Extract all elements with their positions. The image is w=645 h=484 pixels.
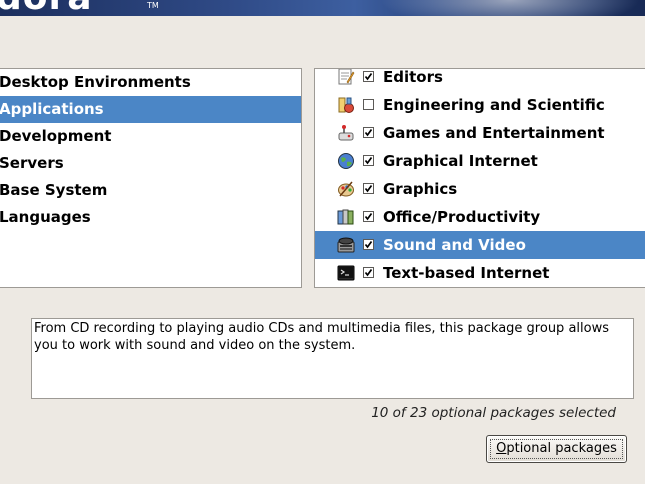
group-label: Graphical Internet [383,152,538,170]
category-applications[interactable]: Applications [0,96,301,123]
palette-icon [337,180,355,198]
category-base-system[interactable]: Base System [0,177,301,204]
group-row-office-productivity[interactable]: Office/Productivity [315,203,645,231]
engineering-checkbox[interactable] [363,99,374,110]
group-label: Editors [383,68,443,86]
group-row-games-and-entertainment[interactable]: Games and Entertainment [315,119,645,147]
focus-ring [490,439,623,459]
banner-swoosh [380,0,640,16]
group-row-editors[interactable]: Editors [315,68,645,91]
group-label: Sound and Video [383,236,526,254]
group-label: Engineering and Scientific [383,96,605,114]
games-icon [337,124,355,142]
category-servers[interactable]: Servers [0,150,301,177]
engineering-icon [337,96,355,114]
media-icon [337,236,355,254]
office-checkbox[interactable] [363,211,374,222]
group-row-sound-and-video[interactable]: Sound and Video [315,231,645,259]
group-description: From CD recording to playing audio CDs a… [31,318,634,399]
sound-and-video-checkbox[interactable] [363,239,374,250]
graphical-internet-checkbox[interactable] [363,155,374,166]
optional-package-count: 10 of 23 optional packages selected [371,405,616,421]
category-desktop-environments[interactable]: Desktop Environments [0,69,301,96]
category-languages[interactable]: Languages [0,204,301,231]
editors-icon [337,69,355,86]
editors-checkbox[interactable] [363,71,374,82]
text-based-internet-checkbox[interactable] [363,267,374,278]
graphics-checkbox[interactable] [363,183,374,194]
globe-icon [337,152,355,170]
group-row-graphics[interactable]: Graphics [315,175,645,203]
group-row-graphical-internet[interactable]: Graphical Internet [315,147,645,175]
optional-packages-button[interactable]: Optional packages [486,435,627,463]
games-checkbox[interactable] [363,127,374,138]
group-label: Graphics [383,180,458,198]
binders-icon [337,208,355,226]
package-group-list[interactable]: Editors Engineering and Scientific Games… [314,68,645,288]
category-list[interactable]: Desktop Environments Applications Develo… [0,68,302,288]
group-label: Office/Productivity [383,208,541,226]
group-row-engineering-and-scientific[interactable]: Engineering and Scientific [315,91,645,119]
group-label: Text-based Internet [383,264,550,282]
group-row-text-based-internet[interactable]: Text-based Internet [315,259,645,287]
fedora-banner: dora TM [0,0,645,16]
terminal-icon [337,264,355,282]
trademark-mark: TM [147,1,159,10]
group-label: Games and Entertainment [383,124,605,142]
category-development[interactable]: Development [0,123,301,150]
fedora-logo-text: dora [0,0,93,16]
